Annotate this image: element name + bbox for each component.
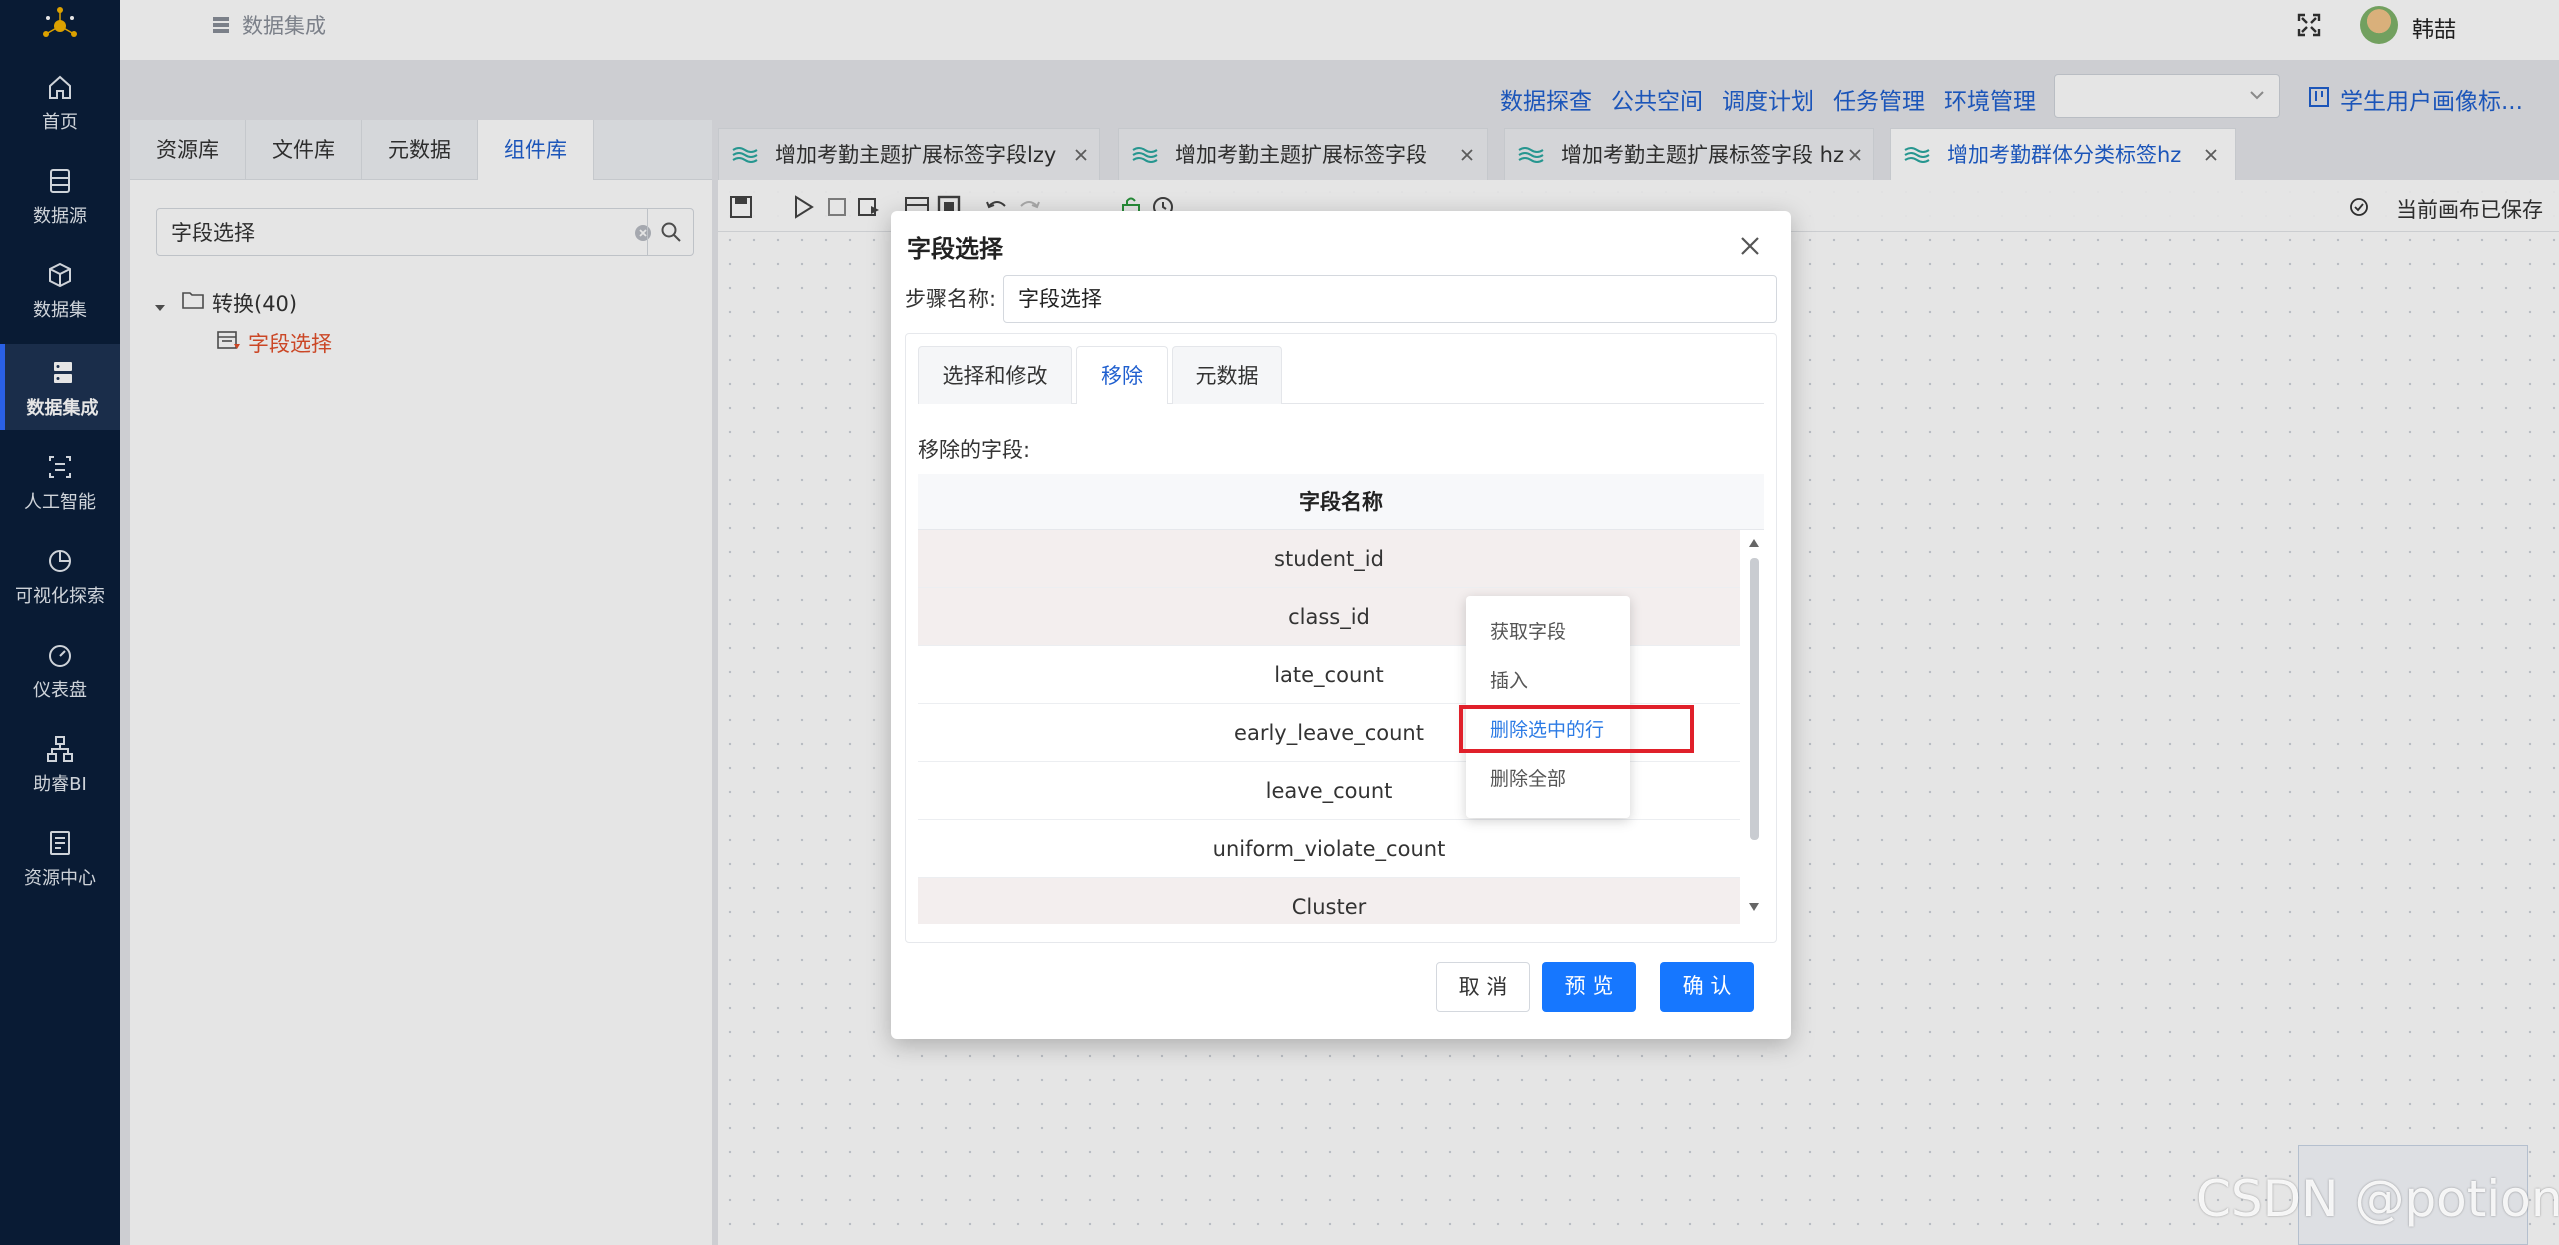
table-row[interactable]: Cluster bbox=[918, 878, 1740, 924]
close-icon[interactable] bbox=[1737, 233, 1763, 259]
highlight-box bbox=[1459, 705, 1694, 753]
menu-item-get-fields[interactable]: 获取字段 bbox=[1466, 608, 1630, 656]
step-name-label: 步骤名称: bbox=[905, 287, 997, 311]
removed-fields-table: 字段名称 student_id class_id late_count earl… bbox=[918, 474, 1764, 924]
scrollbar-thumb[interactable] bbox=[1750, 558, 1759, 840]
scroll-up-icon[interactable] bbox=[1748, 538, 1760, 548]
tab-remove[interactable]: 移除 bbox=[1076, 346, 1168, 404]
tab-select-modify[interactable]: 选择和修改 bbox=[918, 346, 1072, 404]
removed-fields-label: 移除的字段: bbox=[918, 438, 1031, 462]
field-select-dialog: 字段选择 步骤名称: 字段选择 选择和修改 移除 元数据 移除的字段: 字段名称… bbox=[891, 211, 1791, 1039]
step-name-input[interactable]: 字段选择 bbox=[1003, 275, 1777, 323]
tab-metadata[interactable]: 元数据 bbox=[1172, 346, 1282, 404]
table-row[interactable]: student_id bbox=[918, 530, 1740, 588]
dialog-tab-panel: 选择和修改 移除 元数据 移除的字段: 字段名称 student_id clas… bbox=[905, 333, 1777, 943]
menu-item-delete-all[interactable]: 删除全部 bbox=[1466, 755, 1630, 803]
column-header-field-name: 字段名称 bbox=[918, 474, 1764, 530]
preview-button[interactable]: 预 览 bbox=[1542, 962, 1636, 1012]
dialog-title: 字段选择 bbox=[907, 235, 1003, 263]
watermark: CSDN @potion() bbox=[2196, 1170, 2559, 1228]
table-scrollbar[interactable] bbox=[1744, 530, 1764, 924]
cancel-button[interactable]: 取 消 bbox=[1436, 962, 1530, 1012]
scroll-down-icon[interactable] bbox=[1748, 902, 1760, 912]
table-row[interactable]: uniform_violate_count bbox=[918, 820, 1740, 878]
dialog-tabs: 选择和修改 移除 元数据 bbox=[918, 346, 1764, 404]
confirm-button[interactable]: 确 认 bbox=[1660, 962, 1754, 1012]
menu-item-insert[interactable]: 插入 bbox=[1466, 657, 1630, 705]
